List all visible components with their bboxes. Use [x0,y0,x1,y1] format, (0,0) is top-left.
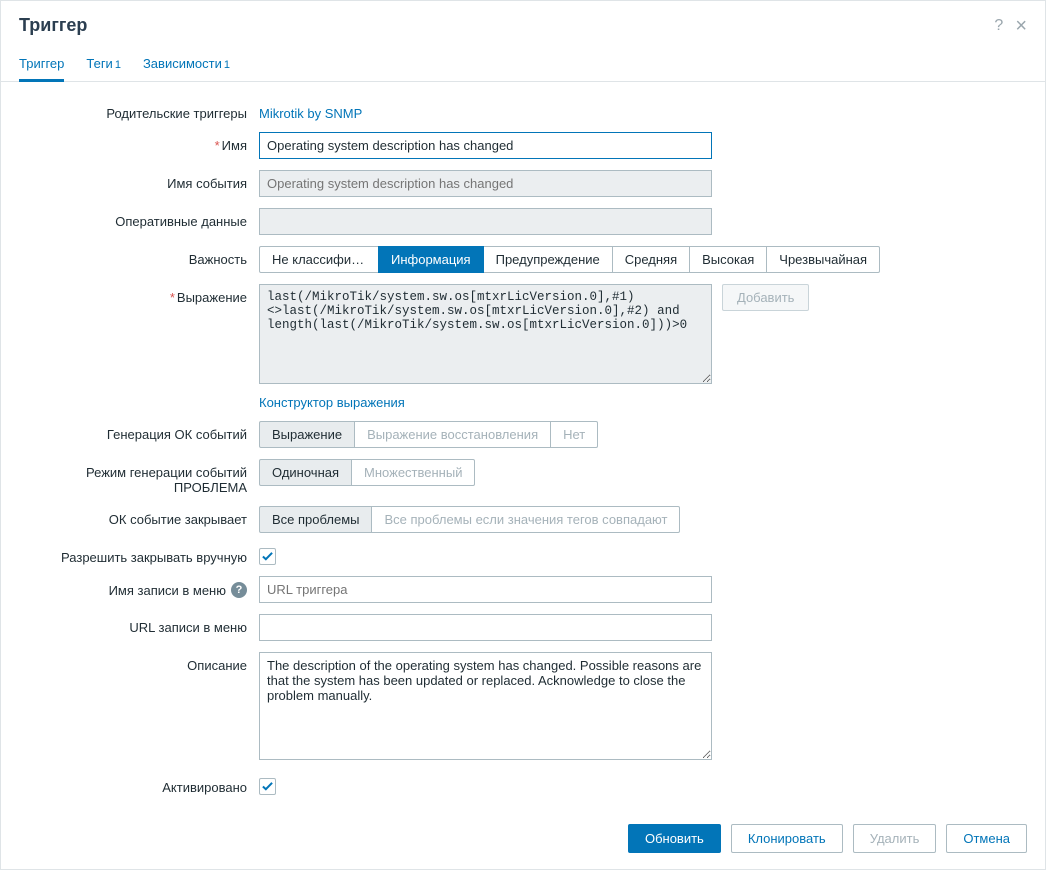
dialog-header: Триггер ? × [1,1,1045,46]
parent-trigger-link[interactable]: Mikrotik by SNMP [259,106,362,121]
check-icon [262,551,273,562]
problem-mode-multiple[interactable]: Множественный [351,459,475,486]
clone-button[interactable]: Клонировать [731,824,843,853]
event-name-input[interactable] [259,170,712,197]
trigger-dialog: Триггер ? × Триггер Теги1 Зависимости1 Р… [0,0,1046,870]
tab-trigger-label: Триггер [19,56,64,71]
description-textarea[interactable]: The description of the operating system … [259,652,712,760]
label-problem-mode: Режим генерации событий ПРОБЛЕМА [19,459,259,495]
expression-textarea[interactable]: last(/MikroTik/system.sw.os[mtxrLicVersi… [259,284,712,384]
tab-tags-label: Теги [86,56,112,71]
label-enabled: Активировано [19,774,259,795]
tab-deps-label: Зависимости [143,56,222,71]
problem-mode-single[interactable]: Одиночная [259,459,352,486]
problem-mode-group: Одиночная Множественный [259,459,475,486]
tab-dependencies[interactable]: Зависимости1 [143,46,230,81]
menu-url-input[interactable] [259,614,712,641]
ok-gen-group: Выражение Выражение восстановления Нет [259,421,598,448]
check-icon [262,781,273,792]
severity-average[interactable]: Средняя [612,246,690,273]
close-icon[interactable]: × [1015,19,1027,33]
severity-disaster[interactable]: Чрезвычайная [766,246,880,273]
label-name: *Имя [19,132,259,153]
label-menu-name: Имя записи в меню ? [19,576,259,598]
manual-close-checkbox[interactable] [259,548,276,565]
enabled-checkbox[interactable] [259,778,276,795]
ok-closes-all[interactable]: Все проблемы [259,506,372,533]
ok-gen-none[interactable]: Нет [550,421,598,448]
ok-closes-group: Все проблемы Все проблемы если значения … [259,506,680,533]
ok-gen-recovery[interactable]: Выражение восстановления [354,421,551,448]
question-icon[interactable]: ? [231,582,247,598]
menu-name-input[interactable] [259,576,712,603]
label-severity: Важность [19,246,259,267]
label-event-name: Имя события [19,170,259,191]
tab-deps-count: 1 [224,59,230,71]
label-ok-gen: Генерация ОК событий [19,421,259,442]
label-menu-url: URL записи в меню [19,614,259,635]
opdata-input[interactable] [259,208,712,235]
tab-tags-count: 1 [115,59,121,71]
update-button[interactable]: Обновить [628,824,721,853]
cancel-button[interactable]: Отмена [946,824,1027,853]
severity-group: Не классифицир… Информация Предупреждени… [259,246,880,273]
severity-high[interactable]: Высокая [689,246,767,273]
help-icon[interactable]: ? [994,17,1003,35]
severity-information[interactable]: Информация [378,246,484,273]
dialog-footer: Обновить Клонировать Удалить Отмена [19,806,1027,853]
expression-constructor-link[interactable]: Конструктор выражения [259,395,405,410]
label-description: Описание [19,652,259,673]
tab-bar: Триггер Теги1 Зависимости1 [1,46,1045,82]
ok-gen-expression[interactable]: Выражение [259,421,355,448]
ok-closes-tag-match[interactable]: Все проблемы если значения тегов совпада… [371,506,680,533]
tab-tags[interactable]: Теги1 [86,46,121,81]
form: Родительские триггеры Mikrotik by SNMP *… [1,82,1045,869]
dialog-title: Триггер [19,15,982,36]
label-ok-closes: ОК событие закрывает [19,506,259,527]
name-input[interactable] [259,132,712,159]
label-parent: Родительские триггеры [19,100,259,121]
severity-not-classified[interactable]: Не классифицир… [259,246,379,273]
label-expression: *Выражение [19,284,259,305]
delete-button: Удалить [853,824,937,853]
label-opdata: Оперативные данные [19,208,259,229]
expression-add-button: Добавить [722,284,809,311]
tab-trigger[interactable]: Триггер [19,46,64,82]
label-manual-close: Разрешить закрывать вручную [19,544,259,565]
severity-warning[interactable]: Предупреждение [483,246,613,273]
